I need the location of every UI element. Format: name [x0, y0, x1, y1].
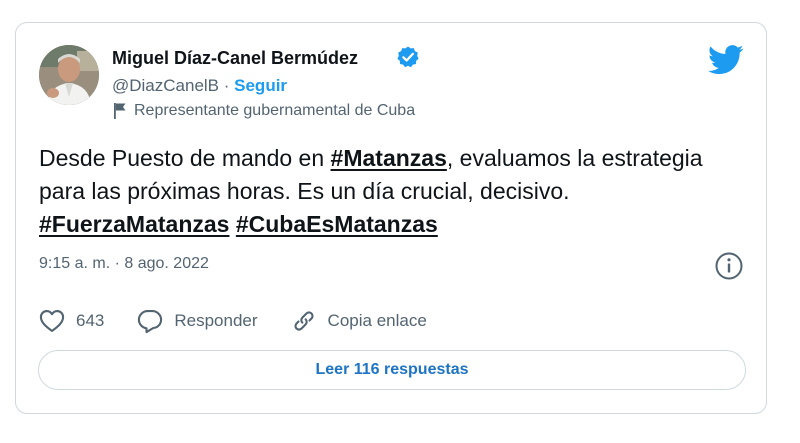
hashtag-link[interactable]: #Matanzas	[331, 145, 447, 171]
link-icon	[293, 311, 314, 331]
speech-bubble-icon	[138, 310, 163, 334]
tweet-text-part: Desde Puesto de mando en	[39, 145, 331, 171]
read-replies-button[interactable]: Leer 116 respuestas	[38, 350, 746, 390]
avatar[interactable]	[39, 45, 99, 105]
like-button[interactable]: 643	[38, 307, 104, 335]
government-label: Representante gubernamental de Cuba	[112, 102, 415, 120]
copy-link-button[interactable]: Copia enlace	[290, 307, 427, 335]
tweet-text: Desde Puesto de mando en #Matanzas, eval…	[39, 142, 729, 241]
copy-link-label: Copia enlace	[327, 311, 427, 330]
twitter-bird-icon[interactable]	[708, 45, 744, 75]
action-bar: 643 Responder Copia enlace	[38, 307, 459, 335]
display-name[interactable]: Miguel Díaz-Canel Bermúdez	[112, 48, 358, 69]
tweet-card: Miguel Díaz-Canel Bermúdez @DiazCanelB ·…	[15, 22, 767, 414]
reply-button[interactable]: Responder	[136, 307, 258, 335]
label-text: Representante gubernamental de Cuba	[134, 102, 416, 119]
page: Miguel Díaz-Canel Bermúdez @DiazCanelB ·…	[0, 0, 800, 443]
flag-icon	[114, 103, 126, 119]
avatar-photo	[39, 45, 99, 105]
heart-icon	[39, 310, 65, 332]
follow-button[interactable]: Seguir	[234, 76, 287, 95]
timestamp[interactable]: 9:15 a. m. · 8 ago. 2022	[39, 255, 209, 273]
hashtag-link[interactable]: #FuerzaMatanzas	[39, 211, 229, 237]
reply-label: Responder	[174, 311, 258, 330]
handle-row: @DiazCanelB · Seguir	[112, 76, 287, 96]
hashtag-link[interactable]: #CubaEsMatanzas	[236, 211, 438, 237]
handle[interactable]: @DiazCanelB	[112, 76, 219, 95]
like-count: 643	[76, 311, 105, 330]
separator: ·	[219, 76, 235, 95]
verified-badge-icon	[397, 46, 419, 68]
info-icon[interactable]	[714, 251, 744, 281]
